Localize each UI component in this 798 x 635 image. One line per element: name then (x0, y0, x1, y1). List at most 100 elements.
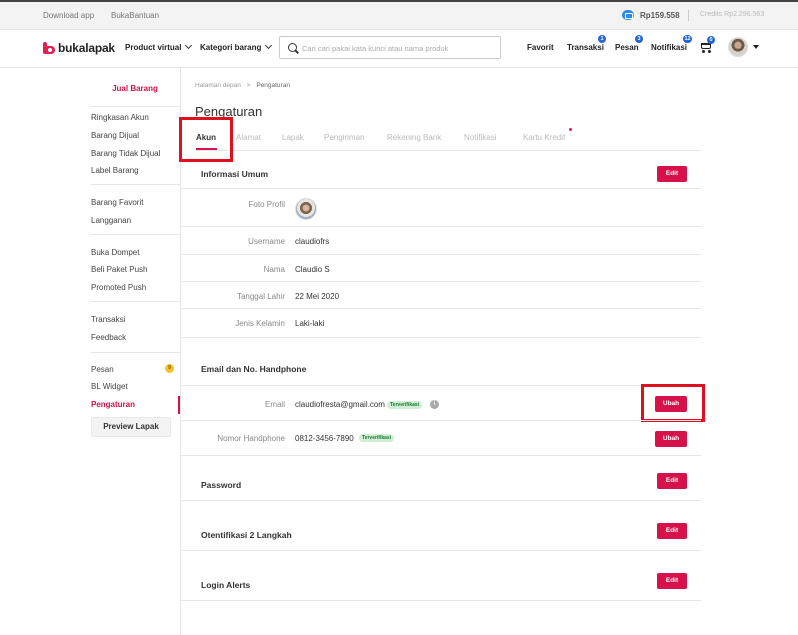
bukalapak-logo[interactable]: bukalapak (43, 41, 115, 55)
download-app-link[interactable]: Download app (43, 11, 94, 20)
nomor-handphone-label: Nomor Handphone (217, 434, 285, 443)
tab-alamat[interactable]: Alamat (236, 133, 261, 142)
sidebar-divider (91, 352, 181, 353)
divider (181, 600, 701, 601)
sidebar-divider (91, 106, 181, 107)
pesan-count-badge: 9 (165, 364, 174, 373)
tab-notifikasi[interactable]: Notifikasi (464, 133, 496, 142)
sidebar-item-ringkasan-akun[interactable]: Ringkasan Akun (91, 113, 149, 122)
info-icon[interactable]: i (430, 400, 439, 409)
tanggal-lahir-label: Tanggal Lahir (236, 292, 285, 301)
jual-barang-link[interactable]: Jual Barang (90, 79, 180, 99)
otentifikasi-title: Otentifikasi 2 Langkah (201, 530, 292, 540)
divider (181, 337, 701, 338)
sidebar-item-pesan[interactable]: Pesan (91, 365, 114, 374)
informasi-umum-title: Informasi Umum (201, 169, 269, 179)
password-title: Password (201, 480, 242, 490)
transaksi-link[interactable]: Transaksi (567, 43, 604, 52)
nomor-handphone-value: 0812-3456-7890 (295, 434, 354, 443)
edit-informasi-umum-button[interactable]: Edit (657, 166, 687, 182)
profile-photo[interactable] (295, 198, 317, 220)
divider (181, 385, 701, 386)
sidebar-item-label-barang[interactable]: Label Barang (91, 166, 139, 175)
sidebar-item-pengaturan[interactable]: Pengaturan (91, 400, 135, 409)
sidebar-item-transaksi[interactable]: Transaksi (91, 315, 125, 324)
product-virtual-label: Product virtual (125, 43, 182, 52)
nama-value: Claudio S (295, 265, 330, 274)
search-box[interactable] (279, 36, 501, 59)
new-dot-indicator (569, 128, 572, 131)
tanggal-lahir-value: 22 Mei 2020 (295, 292, 340, 301)
divider (181, 455, 701, 456)
cart-badge: 0 (707, 36, 715, 44)
email-verified-badge: Terverifikasi (387, 401, 423, 409)
sidebar-item-bl-widget[interactable]: BL Widget (91, 382, 128, 391)
jenis-kelamin-value: Laki-laki (295, 319, 325, 328)
divider (181, 500, 701, 501)
divider (181, 226, 701, 227)
email-value: claudiofresta@gmail.com (295, 400, 385, 409)
nama-label: Nama (263, 265, 285, 274)
tab-lapak[interactable]: Lapak (282, 133, 304, 142)
divider (688, 10, 689, 21)
notifikasi-badge: 12 (683, 35, 693, 43)
product-virtual-dropdown[interactable]: Product virtual (125, 41, 193, 52)
divider (181, 281, 701, 282)
sidebar-item-langganan[interactable]: Langganan (91, 216, 131, 225)
divider (181, 254, 701, 255)
balance-amount[interactable]: Rp159.558 (640, 11, 680, 20)
bukabantuan-link[interactable]: BukaBantuan (111, 11, 159, 20)
settings-tabs: Akun Alamat Lapak Pengiriman Rekening Ba… (195, 131, 701, 151)
edit-login-alerts-button[interactable]: Edit (657, 573, 687, 589)
sidebar-item-barang-dijual[interactable]: Barang Dijual (91, 131, 139, 140)
caret-down-icon[interactable] (753, 45, 759, 49)
bukalapak-logo-icon (43, 42, 55, 54)
chevron-down-icon (265, 41, 273, 50)
wallet-icon[interactable] (622, 10, 634, 20)
tab-kartu-kredit[interactable]: Kartu Kredit (523, 133, 565, 142)
sidebar-item-promoted-push[interactable]: Promoted Push (91, 283, 146, 292)
sidebar-item-feedback[interactable]: Feedback (91, 333, 126, 342)
logo-text: bukalapak (58, 41, 115, 55)
top-strip: Download app BukaBantuan Rp159.558 Credi… (0, 0, 798, 30)
login-alerts-title: Login Alerts (201, 580, 251, 590)
highlight-box-ubah-email (641, 384, 705, 422)
kategori-barang-dropdown[interactable]: Kategori barang (200, 41, 273, 52)
edit-otentifikasi-button[interactable]: Edit (657, 523, 687, 539)
pesan-link[interactable]: Pesan (615, 43, 639, 52)
hp-verified-badge: Terverifikasi (359, 434, 395, 442)
divider (181, 550, 701, 551)
divider (181, 420, 701, 421)
tab-rekening-bank[interactable]: Rekening Bank (387, 133, 441, 142)
foto-profil-label: Foto Profil (248, 200, 285, 209)
edit-password-button[interactable]: Edit (657, 473, 687, 489)
search-icon (288, 43, 297, 52)
highlight-box-akun-tab (179, 117, 233, 162)
ubah-hp-button[interactable]: Ubah (655, 431, 687, 447)
breadcrumb-home-link[interactable]: Halaman depan (195, 82, 241, 89)
favorit-link[interactable]: Favorit (527, 43, 554, 52)
notifikasi-link[interactable]: Notifikasi (651, 43, 687, 52)
kategori-barang-label: Kategori barang (200, 43, 262, 52)
breadcrumb-separator: > (246, 82, 251, 89)
sidebar-item-buka-dompet[interactable]: Buka Dompet (91, 248, 139, 257)
tab-pengiriman[interactable]: Pengiriman (324, 133, 364, 142)
email-label: Email (264, 400, 285, 409)
search-input[interactable] (302, 41, 497, 55)
main-header: bukalapak Product virtual Kategori baran… (0, 30, 798, 68)
credits-amount[interactable]: Credits Rp2.296.563 (700, 11, 764, 18)
sidebar-divider (91, 234, 181, 235)
sidebar: Jual Barang Ringkasan Akun Barang Dijual… (0, 68, 181, 635)
chevron-down-icon (185, 41, 193, 50)
username-value: claudiofrs (295, 237, 330, 246)
email-hp-title: Email dan No. Handphone (201, 364, 307, 374)
user-avatar[interactable] (728, 37, 748, 57)
sidebar-item-barang-tidak-dijual[interactable]: Barang Tidak Dijual (91, 149, 160, 158)
divider (181, 308, 701, 309)
jenis-kelamin-label: Jenis Kelamin (235, 319, 285, 328)
breadcrumb: Halaman depan > Pengaturan (195, 82, 290, 89)
pesan-badge: 3 (635, 35, 643, 43)
sidebar-divider (91, 301, 181, 302)
divider (181, 188, 701, 189)
transaksi-badge: 1 (598, 35, 606, 43)
